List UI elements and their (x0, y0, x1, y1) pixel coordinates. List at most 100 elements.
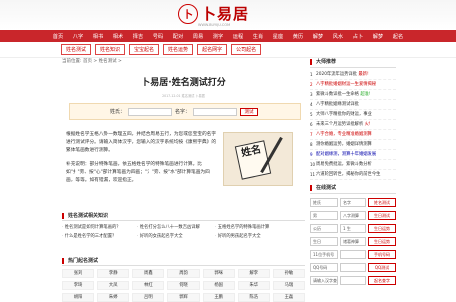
nav-item[interactable]: 八字 (68, 33, 88, 40)
tag-link[interactable]: 马瑞 (272, 281, 305, 290)
tool-field[interactable]: 男 (310, 211, 338, 220)
nav-item[interactable]: 周易 (188, 33, 208, 40)
tag-link[interactable]: 王磊 (272, 293, 305, 302)
rank-item[interactable]: 6 未来三个月运势详批解析 火! (310, 120, 396, 130)
rank-text: 大师八字精批你的财运，事业 (316, 112, 372, 117)
nav-item[interactable]: 号码 (148, 33, 168, 40)
name-test-form: 姓氏： 名字： 测试 (69, 103, 301, 120)
related-link[interactable]: 好听的女孩起名字大全 (137, 233, 215, 239)
nav-item[interactable]: 相术 (108, 33, 128, 40)
tag-link[interactable]: 朱华 (237, 281, 270, 290)
nav-item[interactable]: 风水 (328, 33, 348, 40)
rank-item[interactable]: 5 大师八字精批你的财运，事业 (310, 110, 396, 120)
tag-link[interactable]: 杨国 (202, 281, 235, 290)
tag-link[interactable]: 朱婷 (97, 293, 130, 302)
tool-field[interactable]: 诸葛神算 (340, 237, 366, 246)
surname-input[interactable] (128, 107, 173, 116)
tag-link[interactable]: 李琦 (62, 281, 95, 290)
nav-item[interactable]: 运程 (228, 33, 248, 40)
tool-button[interactable]: 手机号码 (368, 250, 396, 259)
tool-field[interactable]: 生日 (310, 237, 338, 246)
nav-item[interactable]: 占卜 (348, 33, 368, 40)
nav-item[interactable]: 生肖 (248, 33, 268, 40)
rank-text: 八字精批姻缘测试详批 (316, 102, 359, 107)
tag-link[interactable]: 周韵 (167, 269, 200, 278)
sidebar: 大师推荐 1 2020年流年运势详批 最新! 2 八字精批婚姻财运一生爱情揭秘 3 紫微斗… (310, 58, 396, 285)
rank-item[interactable]: 3 紫微斗数详批一生命格 超准! (310, 90, 396, 100)
tag-link[interactable]: 郭咪 (202, 269, 235, 278)
rank-item[interactable]: 11 六道轮回转世，揭秘你的前世今生 (310, 170, 396, 180)
related-link[interactable]: 好听的男孩起名字大全 (215, 233, 305, 239)
site-header: 卜 卜易居 WWW.BUYIJU.COM (0, 0, 456, 30)
tag-link[interactable]: 孙敏 (272, 269, 305, 278)
subnav-tab[interactable]: 公司起名 (231, 44, 262, 55)
logo-url: WWW.BUYIJU.COM (198, 23, 231, 27)
nav-item[interactable]: 黄历 (288, 33, 308, 40)
site-logo[interactable]: 卜 卜易居 (178, 3, 249, 24)
tool-field[interactable]: 11位手机号码 (310, 250, 338, 259)
tool-field[interactable]: QQ号码 (310, 263, 338, 272)
tool-button[interactable]: 姓名测试 (368, 198, 396, 207)
rank-item[interactable]: 9 配对姻缘测，测算十年婚姻发展 (310, 150, 396, 160)
tag-link[interactable]: 胡阳 (62, 293, 95, 302)
tag-link[interactable]: 吕明 (132, 293, 165, 302)
rank-item[interactable]: 4 八字精批姻缘测试详批 (310, 100, 396, 110)
tag-link[interactable]: 大凤 (97, 281, 130, 290)
tool-field[interactable]: 请输入汉字查询 (310, 276, 338, 285)
calligraphy-image: 姓名 (223, 132, 293, 186)
given-name-input[interactable] (193, 107, 238, 116)
tag-link[interactable]: 王鹏 (202, 293, 235, 302)
tool-field[interactable] (340, 263, 366, 272)
nav-item[interactable]: 择吉 (128, 33, 148, 40)
nav-item[interactable]: 解梦 (368, 33, 388, 40)
nav-item[interactable]: 解梦 (308, 33, 328, 40)
tool-button[interactable]: QQ测试 (368, 263, 396, 272)
rank-item[interactable]: 7 八字合婚，专业精准婚姻测算 (310, 130, 396, 140)
tag-link[interactable]: 何晓 (167, 281, 200, 290)
rank-item[interactable]: 1 2020年流年运势详批 最新! (310, 70, 396, 80)
subnav-tab[interactable]: 姓名运势 (163, 44, 194, 55)
tool-button[interactable]: 生日运势 (368, 237, 396, 246)
page-title: 卜易居·姓名测试打分 (141, 78, 226, 88)
tag-link[interactable]: 林红 (132, 281, 165, 290)
related-link[interactable]: 什么是姓名学的三才配置？ (62, 233, 137, 239)
tag-link[interactable]: 解李 (237, 269, 270, 278)
nav-item[interactable]: 首页 (48, 33, 68, 40)
rank-number: 5 (310, 112, 313, 117)
tag-link[interactable]: 李静 (97, 269, 130, 278)
given-name-label: 名字： (175, 109, 191, 115)
nav-item[interactable]: 星座 (268, 33, 288, 40)
tag-link[interactable]: 周鑫 (132, 269, 165, 278)
tool-field[interactable] (340, 276, 366, 285)
tool-field[interactable]: 八字测算 (340, 211, 366, 220)
intro-text: 根据姓名学五格八卦一数理五四，并结合周易五行，为您或您宝宝的名字进行测试评分。请… (66, 131, 216, 185)
rank-item[interactable]: 10 周易免费批运，紫微斗数分析 (310, 160, 396, 170)
tag-link[interactable]: 陈浩 (237, 293, 270, 302)
nav-item[interactable]: 测字 (208, 33, 228, 40)
tag-link[interactable]: 张刘 (62, 269, 95, 278)
tag-link[interactable]: 郭辉 (167, 293, 200, 302)
tool-button[interactable]: 生日运势 (368, 224, 396, 233)
related-link[interactable]: 五格姓名学的特殊笔画计算 (215, 224, 305, 230)
related-link[interactable]: 姓名测试是如何计算笔画的？ (62, 224, 137, 230)
rank-item[interactable]: 2 八字精批婚姻财运一生爱情揭秘 (310, 80, 396, 90)
subnav-tab[interactable]: 姓名知识 (95, 44, 126, 55)
related-link[interactable]: 姓名打分怎么八十一数吉凶详解 (137, 224, 215, 230)
tool-field[interactable]: 名字 (340, 198, 366, 207)
test-submit-button[interactable]: 测试 (240, 107, 259, 116)
rank-text: 六道轮回转世，揭秘你的前世今生 (316, 172, 381, 177)
nav-item[interactable]: 起名 (388, 33, 408, 40)
tool-field[interactable]: 1 生 (340, 224, 366, 233)
tool-button[interactable]: 起名查字 (368, 276, 396, 285)
nav-item[interactable]: 相书 (88, 33, 108, 40)
tool-field[interactable]: 公历 (310, 224, 338, 233)
tool-field[interactable]: 姓氏 (310, 198, 338, 207)
subnav-tab[interactable]: 起名网字 (197, 44, 228, 55)
tool-field[interactable] (340, 250, 366, 259)
tool-button[interactable]: 生日测试 (368, 211, 396, 220)
subnav-tab[interactable]: 姓名测试 (61, 44, 92, 55)
rank-item[interactable]: 8 测你婚姻运势，婚姻详情测算 (310, 140, 396, 150)
nav-item[interactable]: 配对 (168, 33, 188, 40)
surname-label: 姓氏： (110, 109, 126, 115)
subnav-tab[interactable]: 宝宝起名 (129, 44, 160, 55)
